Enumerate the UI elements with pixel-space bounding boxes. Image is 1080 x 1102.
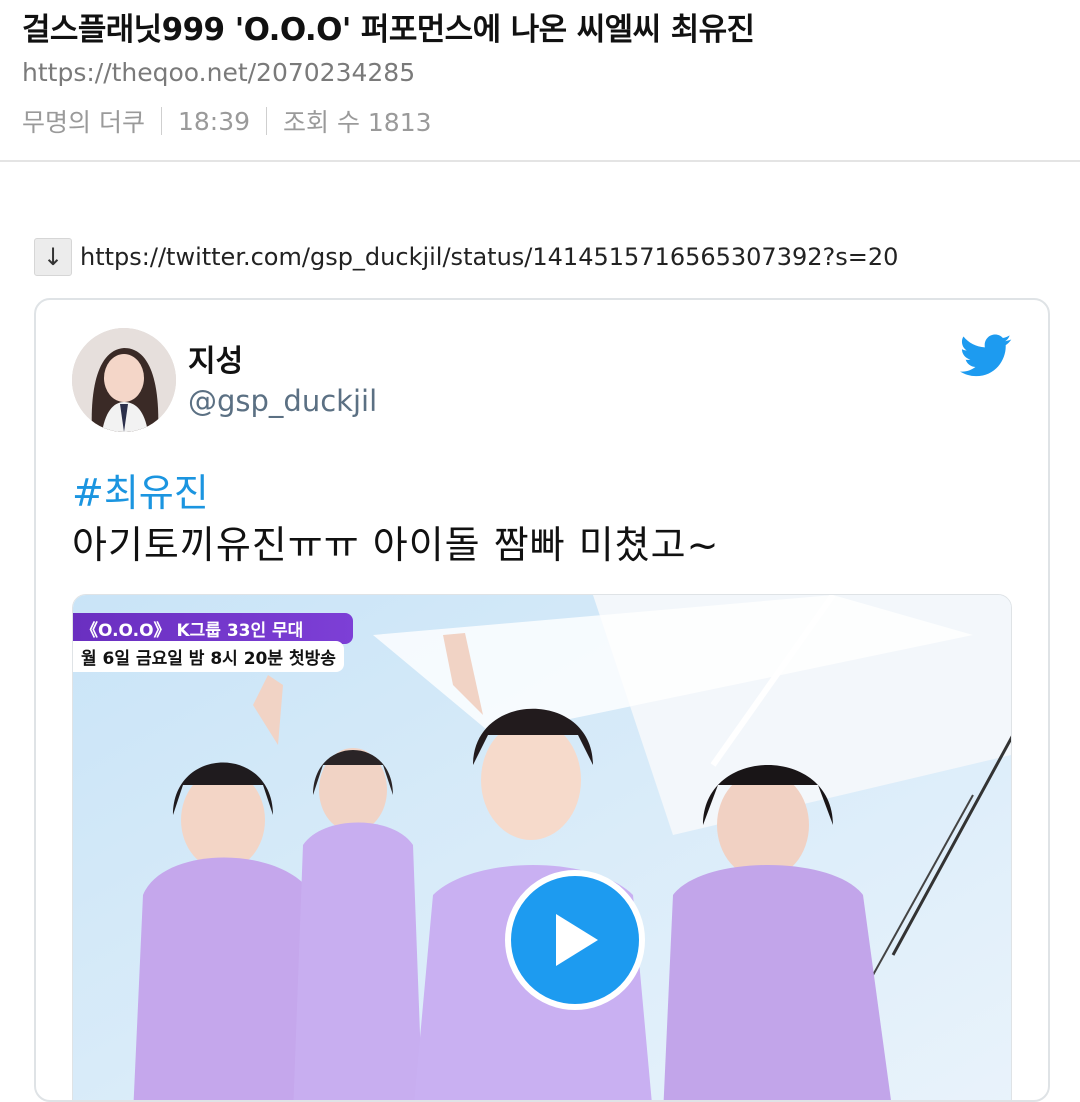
- video-caption-line1: 《O.O.O》 K그룹 33인 무대: [73, 613, 353, 644]
- tweet-text: 아기토끼유진ㅠㅠ 아이돌 짬빠 미쳤고~: [72, 523, 720, 567]
- tweet-hashtag[interactable]: #최유진: [72, 462, 209, 517]
- twitter-link-row[interactable]: ↓ https://twitter.com/gsp_duckjil/status…: [34, 238, 898, 276]
- twitter-bird-icon[interactable]: [960, 334, 1012, 378]
- header-divider: [0, 160, 1080, 162]
- post-time: 18:39: [177, 106, 250, 136]
- tweet-embed-card[interactable]: 지성 @gsp_duckjil #최유진 아기토끼유진ㅠㅠ 아이돌 짬빠 미쳤고…: [34, 298, 1050, 1102]
- post-meta: 무명의 더쿠 18:39 조회 수 1813: [22, 103, 432, 139]
- twitter-link[interactable]: https://twitter.com/gsp_duckjil/status/1…: [80, 243, 898, 271]
- meta-divider: [266, 107, 267, 135]
- avatar[interactable]: [72, 328, 176, 432]
- tweet-handle[interactable]: @gsp_duckjil: [188, 384, 377, 418]
- tweet-video-thumbnail[interactable]: 《O.O.O》 K그룹 33인 무대 월 6일 금요일 밤 8시 20분 첫방송: [72, 594, 1012, 1100]
- post-title: 걸스플래닛999 'O.O.O' 퍼포먼스에 나온 씨엘씨 최유진: [22, 12, 755, 48]
- down-arrow-icon: ↓: [34, 238, 72, 276]
- post-url[interactable]: https://theqoo.net/2070234285: [22, 58, 415, 87]
- meta-divider: [160, 107, 162, 135]
- post-author[interactable]: 무명의 더쿠: [22, 103, 145, 139]
- post-views: 조회 수 1813: [283, 108, 432, 137]
- tweet-display-name[interactable]: 지성: [188, 336, 243, 380]
- play-icon[interactable]: [505, 870, 645, 1010]
- video-caption-line2: 월 6일 금요일 밤 8시 20분 첫방송: [73, 641, 344, 672]
